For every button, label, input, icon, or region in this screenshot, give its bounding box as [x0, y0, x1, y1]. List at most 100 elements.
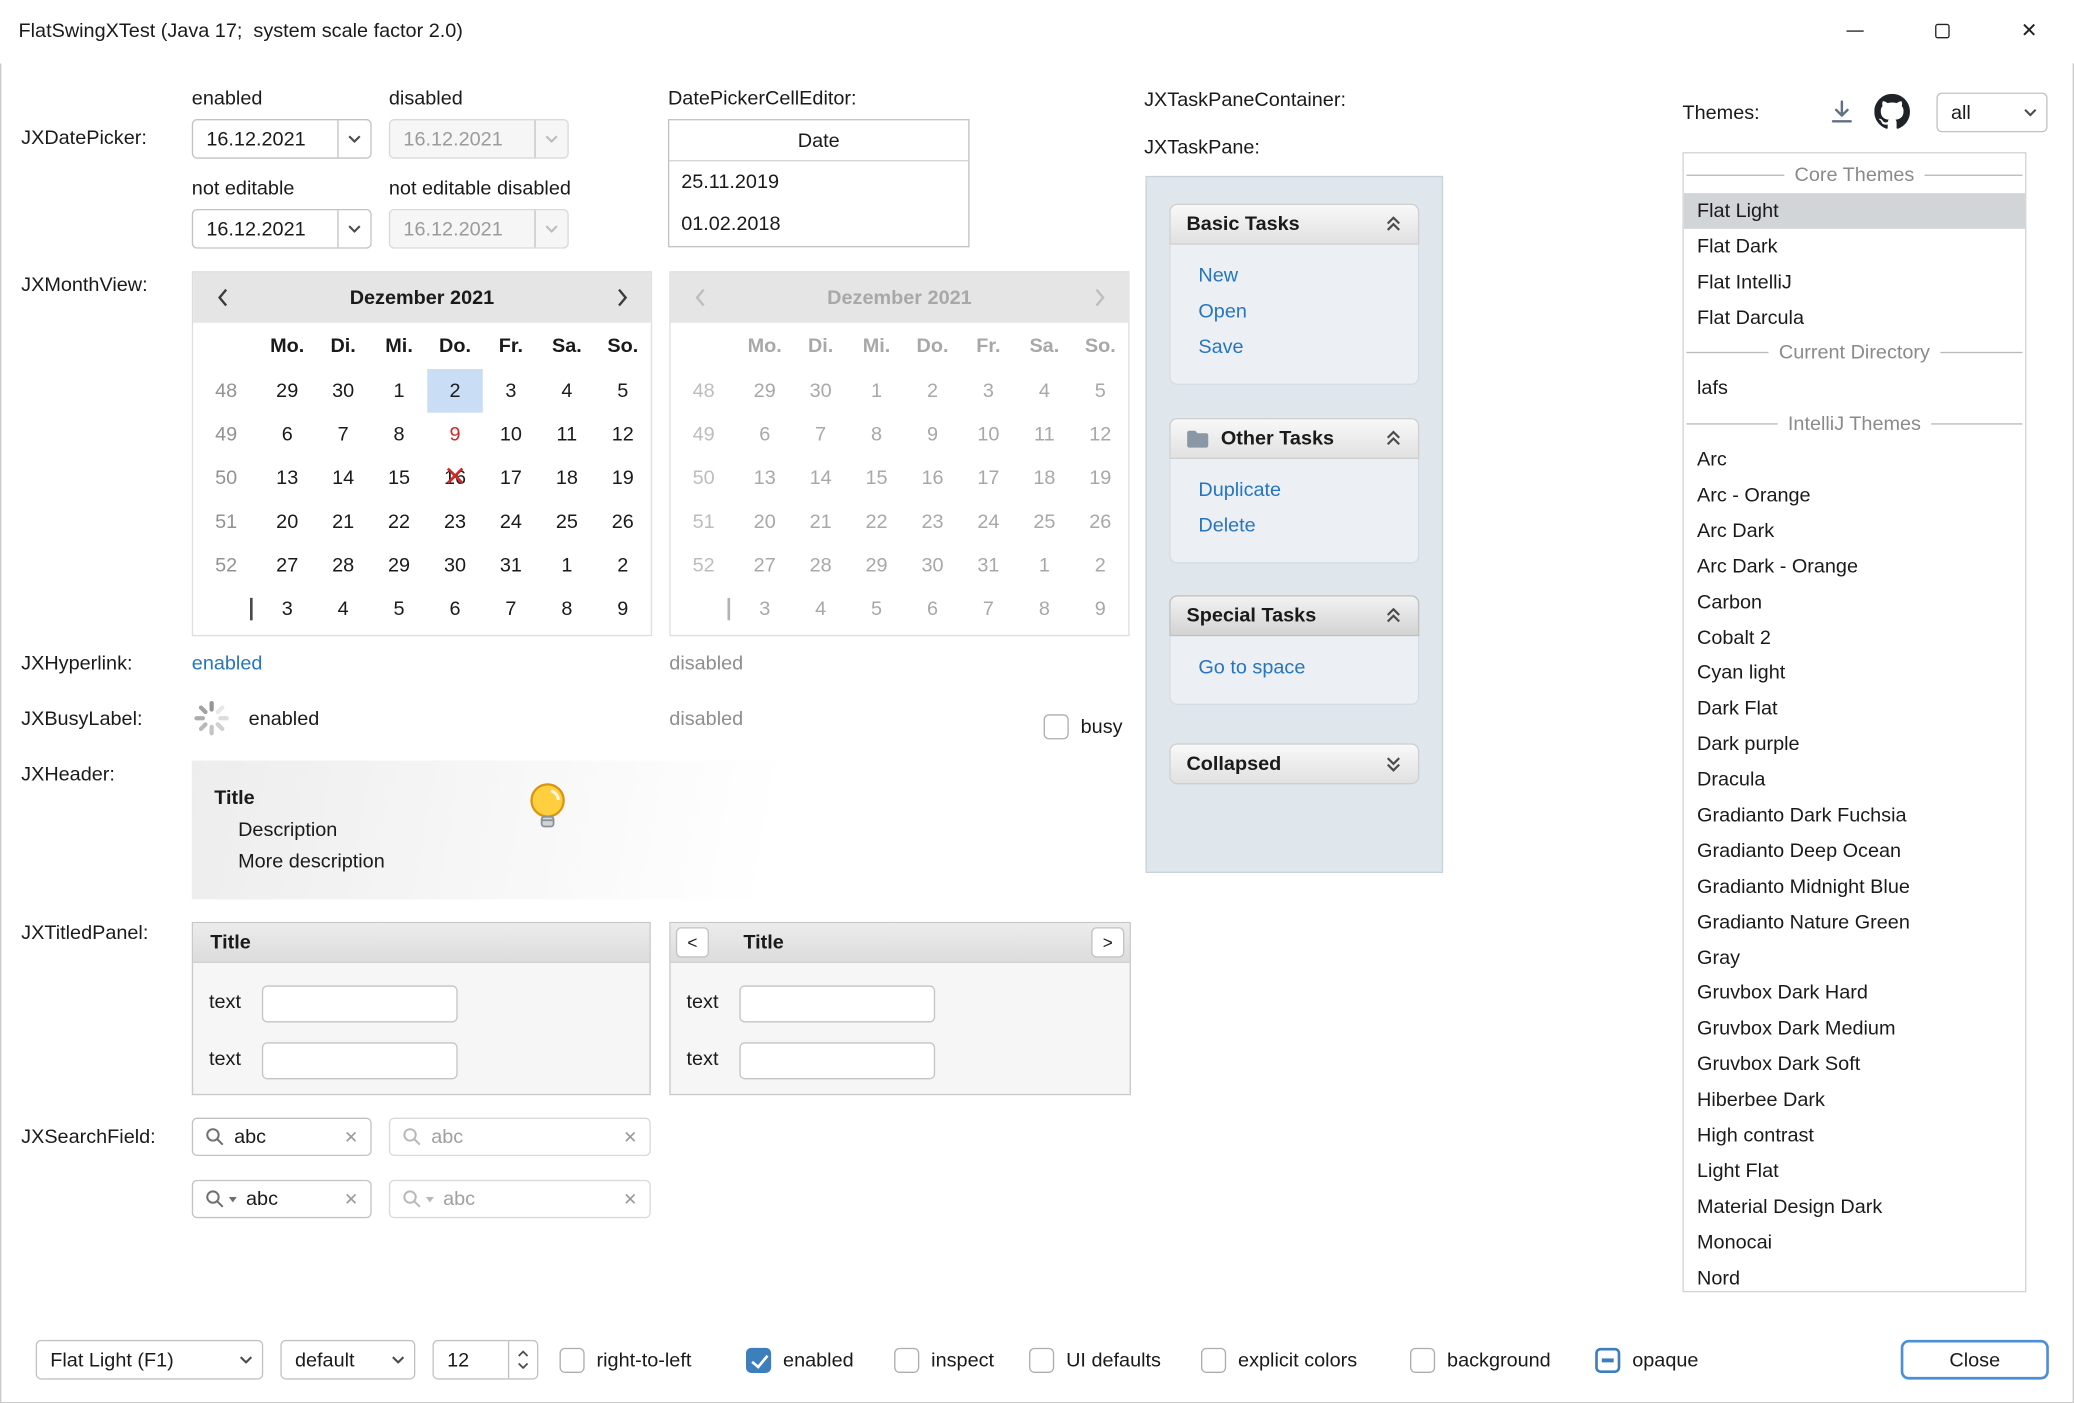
day-cell[interactable]: 10 — [483, 413, 539, 457]
day-cell[interactable]: 20 — [737, 500, 793, 544]
day-cell[interactable]: 20 — [259, 500, 315, 544]
day-cell[interactable]: 4 — [539, 369, 595, 413]
laf-combo[interactable]: Flat Light (F1) — [36, 1340, 264, 1380]
theme-item[interactable]: Arc Dark - Orange — [1684, 549, 2025, 585]
day-cell[interactable]: 5 — [849, 587, 905, 631]
theme-item[interactable]: Material Design Dark — [1684, 1189, 2025, 1225]
day-cell[interactable]: 12 — [595, 413, 651, 457]
day-cell[interactable]: 15 — [371, 456, 427, 500]
theme-item[interactable]: Dark purple — [1684, 726, 2025, 762]
theme-item[interactable]: Gradianto Midnight Blue — [1684, 869, 2025, 905]
day-cell[interactable]: 7 — [793, 413, 849, 457]
theme-item[interactable]: Gradianto Deep Ocean — [1684, 833, 2025, 869]
day-cell[interactable]: 9 — [595, 587, 651, 631]
day-cell[interactable]: 10 — [960, 413, 1016, 457]
next-month-button[interactable] — [593, 272, 651, 322]
checkbox-background[interactable]: background — [1410, 1340, 1551, 1380]
day-cell[interactable]: 23 — [427, 500, 483, 544]
day-cell[interactable]: 7 — [483, 587, 539, 631]
datepicker-dropdown-button[interactable] — [337, 210, 370, 247]
text-input[interactable] — [262, 985, 458, 1022]
day-cell[interactable]: 9 — [905, 413, 961, 457]
taskpane-item[interactable]: Open — [1171, 294, 1418, 330]
datepicker-dropdown-button[interactable] — [337, 120, 370, 157]
taskpane-header[interactable]: Collapsed — [1169, 743, 1419, 784]
day-cell[interactable]: 13 — [259, 456, 315, 500]
taskpane-item[interactable]: Save — [1171, 329, 1418, 365]
text-input[interactable] — [739, 985, 935, 1022]
clear-search-icon[interactable]: ✕ — [344, 1188, 358, 1209]
prev-month-button[interactable] — [193, 272, 251, 322]
day-cell[interactable]: 8 — [849, 413, 905, 457]
day-cell[interactable]: 27 — [737, 544, 793, 588]
day-cell[interactable]: 22 — [371, 500, 427, 544]
search-dropdown-caret[interactable] — [229, 1196, 237, 1201]
day-cell[interactable]: 3 — [737, 587, 793, 631]
day-cell[interactable]: 2 — [595, 544, 651, 588]
day-cell[interactable]: 29 — [737, 369, 793, 413]
day-cell[interactable]: 7 — [315, 413, 371, 457]
spinner-buttons[interactable] — [508, 1341, 537, 1378]
font-size-spinner[interactable]: 12 — [433, 1340, 539, 1380]
day-cell[interactable]: 5 — [595, 369, 651, 413]
minimize-button[interactable] — [1811, 1, 1898, 59]
day-cell[interactable]: 7 — [960, 587, 1016, 631]
theme-item[interactable]: Monocai — [1684, 1224, 2025, 1260]
theme-item[interactable]: Gradianto Nature Green — [1684, 904, 2025, 940]
day-cell[interactable]: 1 — [371, 369, 427, 413]
day-cell[interactable]: 2 — [1072, 544, 1128, 588]
checkbox-ui-defaults[interactable]: UI defaults — [1029, 1340, 1161, 1380]
day-cell[interactable]: 5 — [1072, 369, 1128, 413]
searchfield-enabled[interactable]: abc ✕ — [192, 1118, 372, 1156]
theme-item[interactable]: Cobalt 2 — [1684, 620, 2025, 656]
text-input[interactable] — [262, 1042, 458, 1079]
hyperlink-enabled[interactable]: enabled — [192, 652, 263, 676]
day-cell[interactable]: 15 — [849, 456, 905, 500]
theme-item[interactable]: Dark Flat — [1684, 691, 2025, 727]
titledpanel-right-button[interactable]: > — [1091, 927, 1124, 957]
day-cell[interactable]: 22 — [849, 500, 905, 544]
theme-item[interactable]: Cyan light — [1684, 655, 2025, 691]
day-cell[interactable]: 29 — [259, 369, 315, 413]
day-cell[interactable]: 26 — [1072, 500, 1128, 544]
theme-item[interactable]: Carbon — [1684, 584, 2025, 620]
theme-item[interactable]: Arc - Orange — [1684, 478, 2025, 514]
theme-item[interactable]: Flat Dark — [1684, 229, 2025, 265]
theme-item[interactable]: Flat Darcula — [1684, 300, 2025, 336]
taskpane-header[interactable]: Other Tasks — [1169, 418, 1419, 459]
day-cell[interactable]: 24 — [960, 500, 1016, 544]
download-icon[interactable] — [1827, 97, 1857, 127]
day-cell[interactable]: 14 — [315, 456, 371, 500]
day-cell[interactable]: 1 — [1016, 544, 1072, 588]
checkbox-inspect[interactable]: inspect — [894, 1340, 994, 1380]
taskpane-header[interactable]: Special Tasks — [1169, 595, 1419, 636]
day-cell[interactable]: 28 — [793, 544, 849, 588]
day-cell[interactable]: 16✕ — [427, 456, 483, 500]
theme-item[interactable]: Flat Light — [1684, 193, 2025, 229]
day-cell[interactable]: 18 — [539, 456, 595, 500]
day-cell[interactable]: 13 — [737, 456, 793, 500]
day-cell[interactable]: 6 — [427, 587, 483, 631]
day-cell[interactable]: 19 — [1072, 456, 1128, 500]
day-cell[interactable]: 2 — [905, 369, 961, 413]
theme-item[interactable]: Gruvbox Dark Medium — [1684, 1011, 2025, 1047]
table-row[interactable]: 25.11.2019 — [669, 161, 968, 203]
day-cell[interactable]: 29 — [371, 544, 427, 588]
datepicker-not-editable[interactable]: 16.12.2021 — [192, 209, 372, 249]
taskpane-header[interactable]: Basic Tasks — [1169, 204, 1419, 245]
theme-item[interactable]: Arc Dark — [1684, 513, 2025, 549]
table-row[interactable]: 01.02.2018 — [669, 204, 968, 246]
style-combo[interactable]: default — [280, 1340, 415, 1380]
theme-item[interactable]: lafs — [1684, 371, 2025, 407]
day-cell[interactable]: 6 — [905, 587, 961, 631]
theme-item[interactable]: Gray — [1684, 940, 2025, 976]
titledpanel-left-button[interactable]: < — [676, 927, 709, 957]
taskpane-item[interactable]: New — [1171, 258, 1418, 294]
day-cell[interactable]: 4 — [793, 587, 849, 631]
close-dialog-button[interactable]: Close — [1901, 1340, 2049, 1380]
day-cell[interactable]: 28 — [315, 544, 371, 588]
day-cell[interactable]: 4 — [315, 587, 371, 631]
checkbox-opaque[interactable]: opaque — [1595, 1340, 1698, 1380]
day-cell[interactable]: 12 — [1072, 413, 1128, 457]
taskpane-item[interactable]: Duplicate — [1171, 472, 1418, 508]
